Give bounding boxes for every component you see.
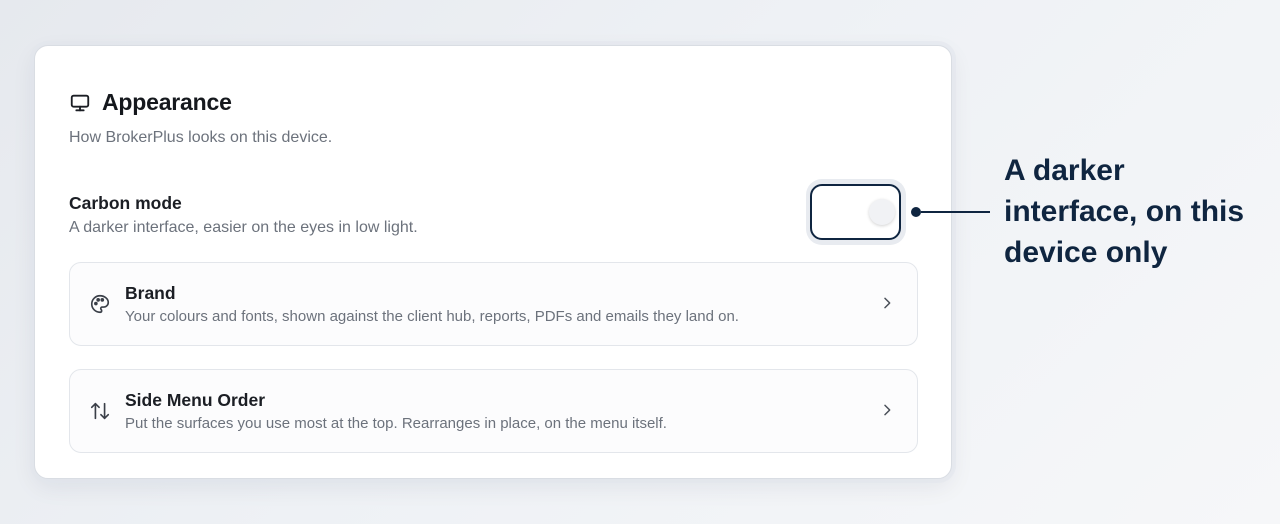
carbon-mode-toggle[interactable] <box>810 184 901 240</box>
monitor-icon <box>69 92 91 114</box>
side-menu-order-title: Side Menu Order <box>125 390 266 410</box>
chevron-right-icon <box>879 402 895 418</box>
carbon-mode-description: A darker interface, easier on the eyes i… <box>69 219 418 236</box>
annotation-line <box>921 211 990 213</box>
section-description: How BrokerPlus looks on this device. <box>69 129 333 146</box>
sort-arrows-icon <box>89 400 111 422</box>
brand-title: Brand <box>125 283 176 303</box>
palette-icon <box>89 293 111 315</box>
toggle-knob <box>869 199 895 225</box>
annotation-dot <box>911 207 921 217</box>
chevron-right-icon <box>879 295 895 311</box>
brand-description: Your colours and fonts, shown against th… <box>125 308 739 325</box>
carbon-mode-title: Carbon mode <box>69 193 182 213</box>
side-menu-order-description: Put the surfaces you use most at the top… <box>125 415 667 432</box>
brand-settings-row[interactable]: Brand Your colours and fonts, shown agai… <box>69 262 918 346</box>
side-menu-order-row[interactable]: Side Menu Order Put the surfaces you use… <box>69 369 918 453</box>
appearance-card: Appearance How BrokerPlus looks on this … <box>34 45 952 479</box>
annotation-text: A darker interface, on this device only <box>1004 154 1245 269</box>
section-title: Appearance <box>102 89 232 115</box>
section-header: Appearance <box>69 89 232 116</box>
